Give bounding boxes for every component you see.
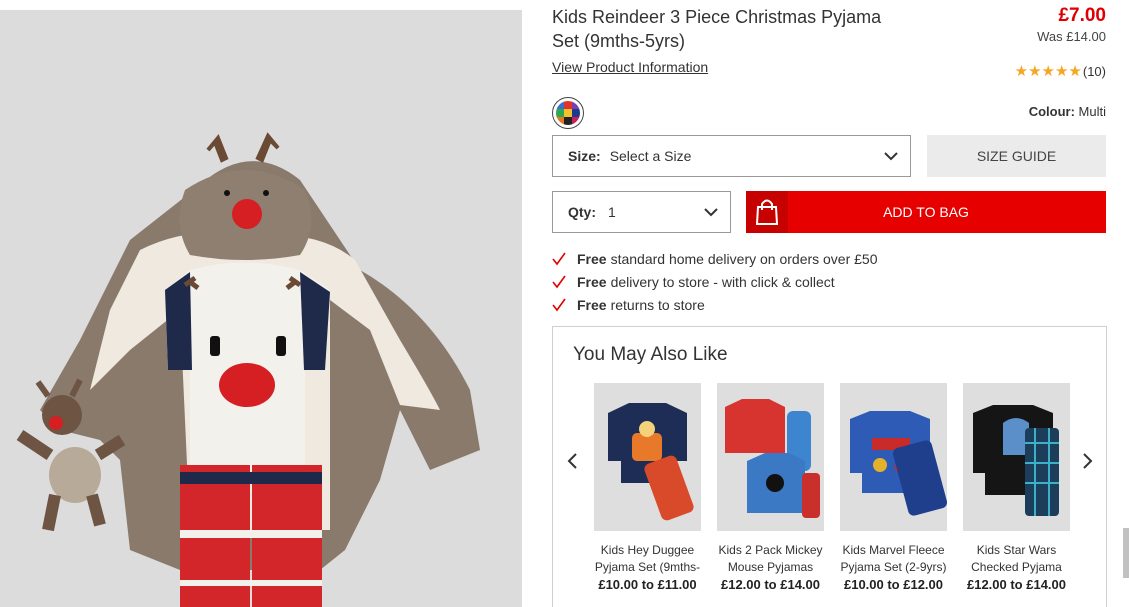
benefit-item: Free standard home delivery on orders ov… [552,247,878,270]
review-count: (10) [1082,63,1106,79]
benefit-bold: Free [577,250,607,267]
benefit-text: standard home delivery on orders over £5… [610,250,878,267]
recommendation-name[interactable]: Kids Hey Duggee Pyjama Set (9mths- [594,542,701,576]
recommendation-image[interactable] [717,383,824,531]
qty-value: 1 [608,204,616,220]
recommendation-name[interactable]: Kids Star Wars Checked Pyjama [963,542,1070,576]
recommendation-price: £10.00 to £11.00 [598,577,697,592]
chevron-left-icon[interactable] [565,451,581,471]
colour-value: Multi [1078,104,1106,119]
recommendation-image[interactable] [594,383,701,531]
check-icon [552,298,566,311]
delivery-benefits-list: Free standard home delivery on orders ov… [552,247,878,316]
chevron-down-icon [704,208,718,217]
recommendation-image[interactable] [840,383,947,531]
multicolour-icon [556,101,580,125]
check-icon [552,252,566,265]
product-image[interactable] [0,10,522,607]
recommendation-card[interactable]: Kids Star Wars Checked Pyjama £12.00 to … [963,383,1070,592]
recommendation-card[interactable]: Kids 2 Pack Mickey Mouse Pyjamas £12.00 … [717,383,824,592]
recommendation-price: £12.00 to £14.00 [966,577,1067,592]
recommendation-card[interactable]: Kids Hey Duggee Pyjama Set (9mths- £10.0… [594,383,701,592]
recommendations-title: You May Also Like [573,344,728,365]
current-price: £7.00 [1058,5,1106,26]
quantity-dropdown[interactable]: Qty: 1 [552,191,731,233]
recommendation-image[interactable] [963,383,1070,531]
size-dropdown[interactable]: Size: Select a Size [552,135,911,177]
qty-label: Qty: [568,204,596,220]
chevron-down-icon [884,152,898,161]
view-product-information-link[interactable]: View Product Information [552,59,708,75]
check-icon [552,275,566,288]
recommendation-card[interactable]: Kids Marvel Fleece Pyjama Set (2-9yrs) £… [840,383,947,592]
benefit-text: delivery to store - with click & collect [610,273,835,290]
colour-info: Colour: Multi [1029,104,1106,119]
recommendation-price: £12.00 to £14.00 [720,577,821,592]
colour-label: Colour: [1028,104,1075,119]
benefit-bold: Free [577,296,607,313]
add-to-bag-label: ADD TO BAG [883,204,969,220]
benefit-item: Free returns to store [552,293,878,316]
benefit-bold: Free [577,273,607,290]
recommendation-name[interactable]: Kids 2 Pack Mickey Mouse Pyjamas [717,542,824,576]
add-to-bag-button[interactable]: ADD TO BAG [746,191,1106,233]
chevron-right-icon[interactable] [1079,451,1095,471]
recommendation-name[interactable]: Kids Marvel Fleece Pyjama Set (2-9yrs) [840,542,947,576]
benefit-item: Free delivery to store - with click & co… [552,270,878,293]
page-scrollbar[interactable] [1123,528,1129,578]
size-guide-button[interactable]: SIZE GUIDE [927,135,1106,177]
product-title: Kids Reindeer 3 Piece Christmas Pyjama S… [552,7,882,51]
shopping-bag-icon [746,191,788,233]
size-label: Size: [568,148,601,164]
colour-swatch-multi[interactable] [552,97,584,129]
size-value: Select a Size [609,148,692,164]
recommendation-price: £10.00 to £12.00 [843,577,944,592]
product-rating[interactable]: ★★★★★ (10) [1015,62,1106,80]
benefit-text: returns to store [610,296,705,313]
you-may-also-like-panel: You May Also Like Kids Hey Duggee Pyjama… [552,326,1107,607]
was-price: Was £14.00 [1037,29,1106,44]
star-rating-icons: ★★★★★ [1014,63,1082,80]
